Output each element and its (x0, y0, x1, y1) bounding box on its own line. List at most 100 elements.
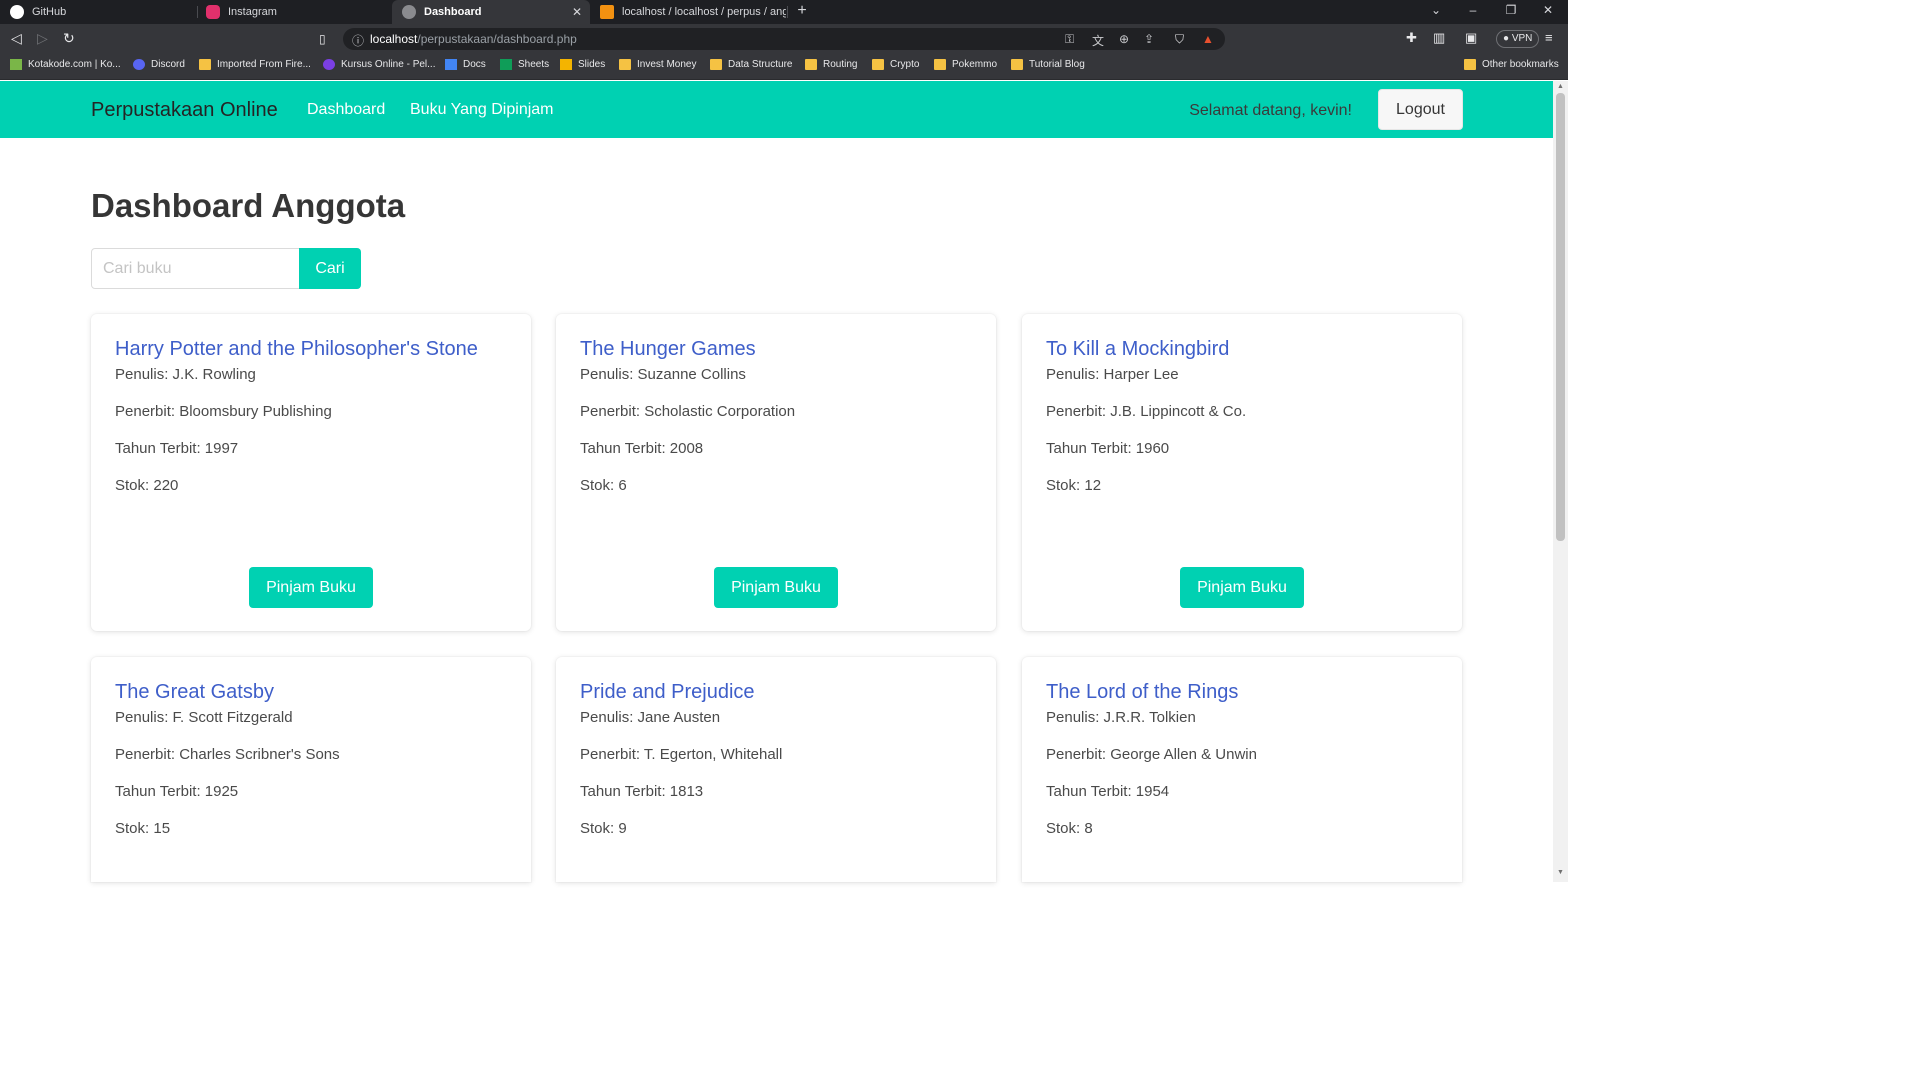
bookmark-other[interactable]: Other bookmarks (1464, 59, 1559, 70)
folder-icon (805, 59, 817, 70)
bookmark-routing[interactable]: Routing (805, 59, 857, 70)
search-button[interactable]: Cari (299, 248, 361, 289)
key-icon[interactable]: ⚿ (1065, 32, 1074, 47)
book-year: Tahun Terbit: 1997 (115, 440, 239, 457)
bookmark-imported[interactable]: Imported From Fire... (199, 59, 311, 70)
book-year: Tahun Terbit: 1954 (1046, 783, 1170, 800)
bookmark-label: Kotakode.com | Ko... (28, 59, 121, 70)
tab-instagram[interactable]: Instagram (196, 0, 392, 24)
book-year: Tahun Terbit: 1813 (580, 783, 704, 800)
bookmark-data-structure[interactable]: Data Structure (710, 59, 792, 70)
nav-link-borrowed-books[interactable]: Buku Yang Dipinjam (410, 101, 554, 119)
extensions-icon[interactable]: ✚ (1406, 30, 1417, 46)
address-bar[interactable]: ⓘ localhost/perpustakaan/dashboard.php ⚿… (343, 28, 1225, 50)
site-navbar: Perpustakaan Online Dashboard Buku Yang … (0, 81, 1553, 138)
logout-button[interactable]: Logout (1378, 89, 1463, 130)
borrow-book-button[interactable]: Pinjam Buku (249, 567, 373, 608)
bookmark-label: Docs (463, 59, 486, 70)
window-close-icon[interactable]: ✕ (1541, 3, 1555, 17)
bookmark-sheets[interactable]: Sheets (500, 59, 549, 70)
book-title[interactable]: The Hunger Games (580, 338, 756, 361)
book-title[interactable]: To Kill a Mockingbird (1046, 338, 1229, 361)
url-text: localhost/perpustakaan/dashboard.php (370, 32, 577, 46)
book-publisher: Penerbit: Charles Scribner's Sons (115, 746, 340, 763)
phpmyadmin-icon (600, 5, 614, 19)
tab-github[interactable]: GitHub (0, 0, 196, 24)
book-publisher: Penerbit: Bloomsbury Publishing (115, 403, 332, 420)
bookmark-label: Crypto (890, 59, 920, 70)
bookmark-label: Pokemmo (952, 59, 998, 70)
close-icon[interactable]: ✕ (572, 5, 582, 19)
bookmarks-bar: Kotakode.com | Ko... Discord Imported Fr… (0, 54, 1568, 80)
book-card: The Hunger Games Penulis: Suzanne Collin… (556, 314, 996, 631)
bookmark-label: Sheets (518, 59, 550, 70)
browser-toolbar: ◁ ▷ ↻ ▯ ⓘ localhost/perpustakaan/dashboa… (0, 24, 1568, 54)
vpn-button[interactable]: ● VPN (1496, 30, 1540, 48)
bookmark-invest-money[interactable]: Invest Money (619, 59, 696, 70)
zoom-icon[interactable]: ⊕ (1119, 32, 1129, 46)
book-card: To Kill a Mockingbird Penulis: Harper Le… (1022, 314, 1462, 631)
globe-icon (402, 5, 416, 19)
scrollbar-thumb[interactable] (1556, 93, 1565, 541)
book-card: The Lord of the Rings Penulis: J.R.R. To… (1022, 657, 1462, 882)
site-brand[interactable]: Perpustakaan Online (91, 99, 278, 122)
page-scrollbar[interactable]: ▲ ▼ (1553, 81, 1568, 882)
bookmark-discord[interactable]: Discord (133, 59, 185, 70)
book-title[interactable]: The Lord of the Rings (1046, 681, 1238, 704)
url-host: localhost (370, 32, 418, 46)
book-title[interactable]: Harry Potter and the Philosopher's Stone (115, 338, 478, 361)
bookmark-kursus[interactable]: Kursus Online - Pel... (323, 59, 435, 70)
sidebar-icon[interactable]: ▥ (1433, 30, 1445, 46)
folder-icon (710, 59, 722, 70)
github-icon (10, 5, 24, 19)
slides-icon (560, 59, 572, 70)
discord-icon (133, 59, 145, 70)
book-card: Pride and Prejudice Penulis: Jane Austen… (556, 657, 996, 882)
restore-icon[interactable]: ❐ (1504, 3, 1518, 17)
menu-icon[interactable]: ≡ (1545, 30, 1553, 45)
folder-icon (934, 59, 946, 70)
tab-label: Instagram (228, 6, 277, 18)
book-stock: Stok: 220 (115, 477, 179, 494)
minimize-icon[interactable]: – (1466, 3, 1480, 17)
book-card: The Great Gatsby Penulis: F. Scott Fitzg… (91, 657, 531, 882)
book-year: Tahun Terbit: 1960 (1046, 440, 1170, 457)
back-icon[interactable]: ◁ (11, 30, 22, 47)
brave-rewards-icon[interactable]: ▲ (1202, 32, 1214, 46)
search-input[interactable] (91, 248, 300, 289)
bookmark-slides[interactable]: Slides (560, 59, 605, 70)
borrow-book-button[interactable]: Pinjam Buku (714, 567, 838, 608)
new-tab-icon[interactable]: + (795, 2, 809, 20)
bookmark-crypto[interactable]: Crypto (872, 59, 919, 70)
bookmark-pokemmo[interactable]: Pokemmo (934, 59, 997, 70)
reload-icon[interactable]: ↻ (63, 30, 75, 47)
translate-icon[interactable]: 文 (1092, 32, 1104, 49)
brave-shield-icon[interactable]: ⛉ (1175, 32, 1184, 47)
book-stock: Stok: 8 (1046, 820, 1093, 837)
nav-link-dashboard[interactable]: Dashboard (307, 101, 385, 119)
borrow-book-button[interactable]: Pinjam Buku (1180, 567, 1304, 608)
bookmark-docs[interactable]: Docs (445, 59, 486, 70)
bookmark-tutorial-blog[interactable]: Tutorial Blog (1011, 59, 1085, 70)
book-year: Tahun Terbit: 2008 (580, 440, 704, 457)
info-icon[interactable]: ⓘ (352, 32, 364, 49)
bookmark-icon[interactable]: ▯ (319, 32, 326, 46)
url-path: /perpustakaan/dashboard.php (417, 32, 577, 46)
scroll-down-icon[interactable]: ▼ (1557, 869, 1564, 876)
bookmark-kotakode[interactable]: Kotakode.com | Ko... (10, 59, 121, 70)
tab-phpmyadmin[interactable]: localhost / localhost / perpus / anggota (590, 0, 786, 24)
tab-dashboard[interactable]: Dashboard ✕ (392, 0, 590, 24)
folder-icon (872, 59, 884, 70)
bookmark-label: Routing (823, 59, 858, 70)
book-stock: Stok: 6 (580, 477, 627, 494)
scroll-up-icon[interactable]: ▲ (1557, 83, 1564, 90)
forward-icon[interactable]: ▷ (37, 30, 48, 47)
sheets-icon (500, 59, 512, 70)
share-icon[interactable]: ⇪ (1144, 32, 1154, 46)
book-title[interactable]: The Great Gatsby (115, 681, 274, 704)
book-stock: Stok: 12 (1046, 477, 1102, 494)
chevron-down-icon[interactable]: ⌄ (1429, 3, 1443, 17)
wallet-icon[interactable]: ▣ (1465, 30, 1477, 46)
docs-icon (445, 59, 457, 70)
book-title[interactable]: Pride and Prejudice (580, 681, 755, 704)
